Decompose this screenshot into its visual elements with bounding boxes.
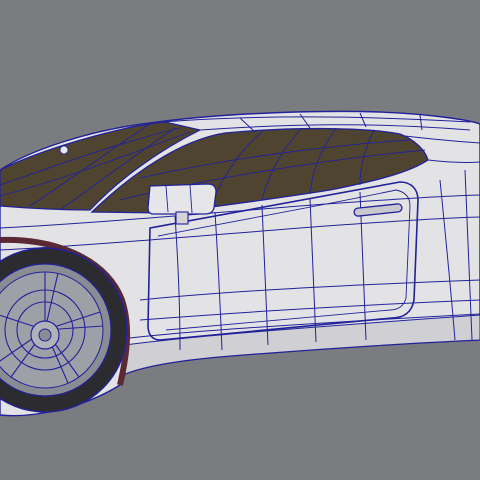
- vertex-marker: [59, 145, 69, 155]
- 3d-viewport[interactable]: [0, 0, 480, 480]
- car-wireframe-model[interactable]: [0, 0, 480, 480]
